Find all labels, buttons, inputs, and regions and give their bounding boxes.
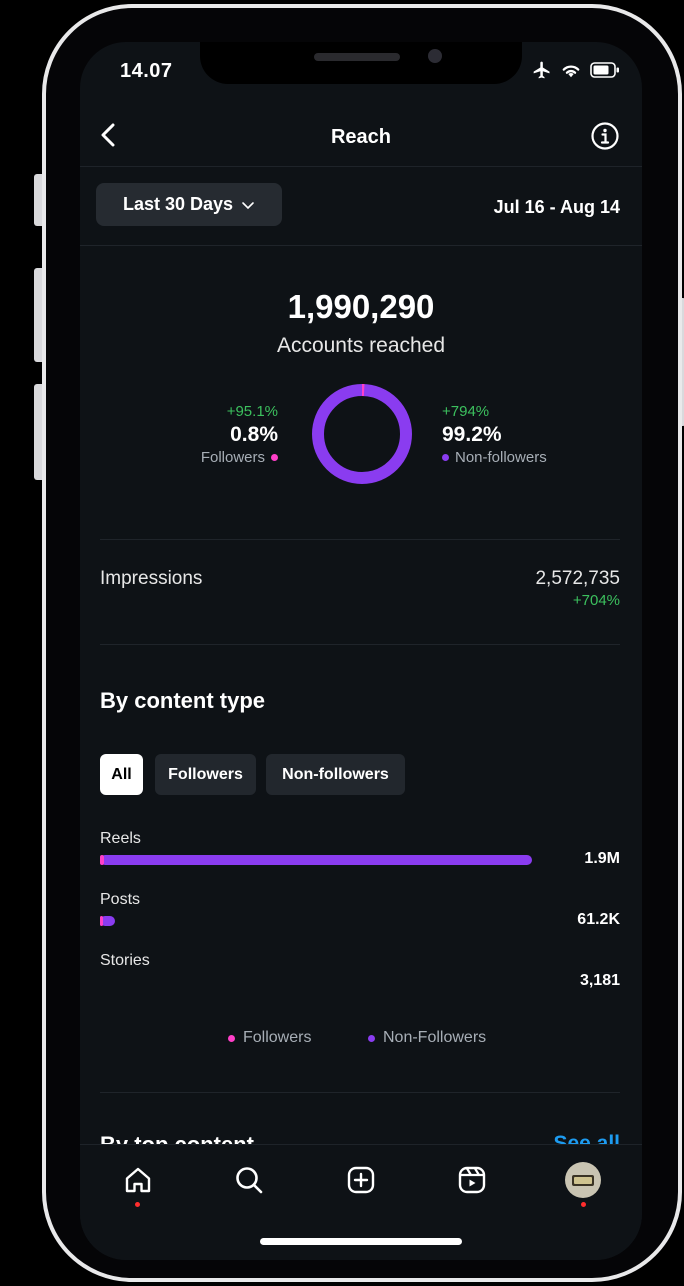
stories-value: 3,181 bbox=[579, 972, 620, 989]
home-icon bbox=[125, 1167, 151, 1193]
reach-donut-chart bbox=[312, 384, 412, 484]
divider bbox=[100, 1092, 620, 1093]
status-time: 14.07 bbox=[120, 60, 173, 82]
reels-value: 1.9M bbox=[584, 850, 620, 867]
search-icon bbox=[236, 1167, 263, 1194]
legend-followers-dot bbox=[228, 1034, 235, 1042]
non-followers-delta: +794% bbox=[442, 403, 490, 420]
chip-all[interactable]: All bbox=[100, 754, 143, 795]
nav-search[interactable] bbox=[227, 1158, 271, 1202]
impressions-value: 2,572,735 bbox=[535, 568, 620, 589]
reels-label: Reels bbox=[100, 830, 141, 847]
posts-label: Posts bbox=[100, 891, 141, 908]
nav-create[interactable] bbox=[339, 1158, 383, 1202]
avatar bbox=[565, 1162, 601, 1198]
volume-down-button bbox=[34, 384, 42, 480]
non-followers-stat: +794% 99.2% Non-followers bbox=[442, 403, 547, 466]
followers-legend: Followers bbox=[201, 449, 278, 466]
page-title: Reach bbox=[330, 126, 392, 148]
volume-up-button bbox=[34, 268, 42, 362]
action-button bbox=[34, 174, 42, 226]
profile-notification-dot bbox=[581, 1202, 586, 1207]
screen: 14.07 Reach Last 30 Days Jul 16 - Aug 14… bbox=[80, 42, 642, 1260]
divider bbox=[100, 539, 620, 540]
stories-label: Stories bbox=[100, 952, 150, 969]
home-notification-dot bbox=[135, 1202, 140, 1207]
create-icon bbox=[347, 1166, 375, 1194]
chip-non-followers[interactable]: Non-followers bbox=[266, 754, 405, 795]
non-followers-percent: 99.2% bbox=[442, 423, 502, 446]
legend-non-followers-label: Non-Followers bbox=[383, 1029, 487, 1046]
followers-delta: +95.1% bbox=[226, 403, 278, 420]
legend-non-followers: Non-Followers bbox=[368, 1029, 486, 1047]
non-followers-dot bbox=[442, 454, 449, 461]
accounts-reached-value: 1,990,290 bbox=[287, 288, 435, 325]
followers-stat: +95.1% 0.8% Followers bbox=[201, 403, 278, 466]
impressions-label: Impressions bbox=[100, 568, 203, 589]
chip-followers[interactable]: Followers bbox=[155, 754, 256, 795]
chip-all-label: All bbox=[111, 765, 132, 783]
notch bbox=[200, 42, 522, 84]
period-dropdown[interactable]: Last 30 Days bbox=[96, 183, 282, 226]
posts-value: 61.2K bbox=[577, 911, 620, 928]
divider bbox=[100, 644, 620, 645]
reels-icon bbox=[458, 1166, 486, 1194]
followers-label: Followers bbox=[200, 449, 265, 466]
non-followers-label: Non-followers bbox=[455, 449, 547, 466]
wifi-icon bbox=[562, 65, 580, 78]
followers-percent: 0.8% bbox=[230, 423, 278, 446]
chip-non-followers-label: Non-followers bbox=[282, 765, 389, 783]
followers-dot bbox=[271, 454, 278, 461]
content-type-title: By content type bbox=[100, 688, 266, 713]
top-bar: Reach bbox=[80, 108, 642, 167]
accounts-reached-label: Accounts reached bbox=[276, 334, 446, 357]
posts-followers-segment bbox=[100, 916, 103, 926]
battery-icon bbox=[590, 62, 619, 78]
speaker bbox=[314, 53, 400, 61]
non-followers-legend: Non-followers bbox=[442, 449, 547, 466]
airplane-icon bbox=[533, 61, 550, 79]
legend-non-followers-dot bbox=[368, 1034, 375, 1042]
donut-non-followers-ring bbox=[312, 384, 412, 484]
impressions-delta: +704% bbox=[572, 592, 620, 609]
info-icon[interactable] bbox=[590, 121, 620, 151]
reels-followers-segment bbox=[100, 855, 104, 865]
nav-home[interactable] bbox=[116, 1158, 160, 1202]
reels-bar bbox=[100, 855, 532, 865]
chip-followers-label: Followers bbox=[168, 765, 243, 783]
legend-followers: Followers bbox=[228, 1029, 311, 1047]
camera bbox=[428, 49, 442, 63]
period-label: Last 30 Days bbox=[122, 194, 234, 214]
nav-reels[interactable] bbox=[450, 1158, 494, 1202]
divider bbox=[80, 245, 642, 246]
date-range: Jul 16 - Aug 14 bbox=[493, 197, 620, 217]
chevron-down-icon bbox=[242, 201, 254, 209]
status-icons bbox=[532, 60, 620, 80]
posts-bar bbox=[100, 916, 115, 926]
home-indicator bbox=[260, 1238, 462, 1245]
legend-followers-label: Followers bbox=[243, 1029, 312, 1046]
nav-profile[interactable] bbox=[561, 1158, 605, 1202]
impressions-value-group: 2,572,735 +704% bbox=[535, 568, 620, 609]
